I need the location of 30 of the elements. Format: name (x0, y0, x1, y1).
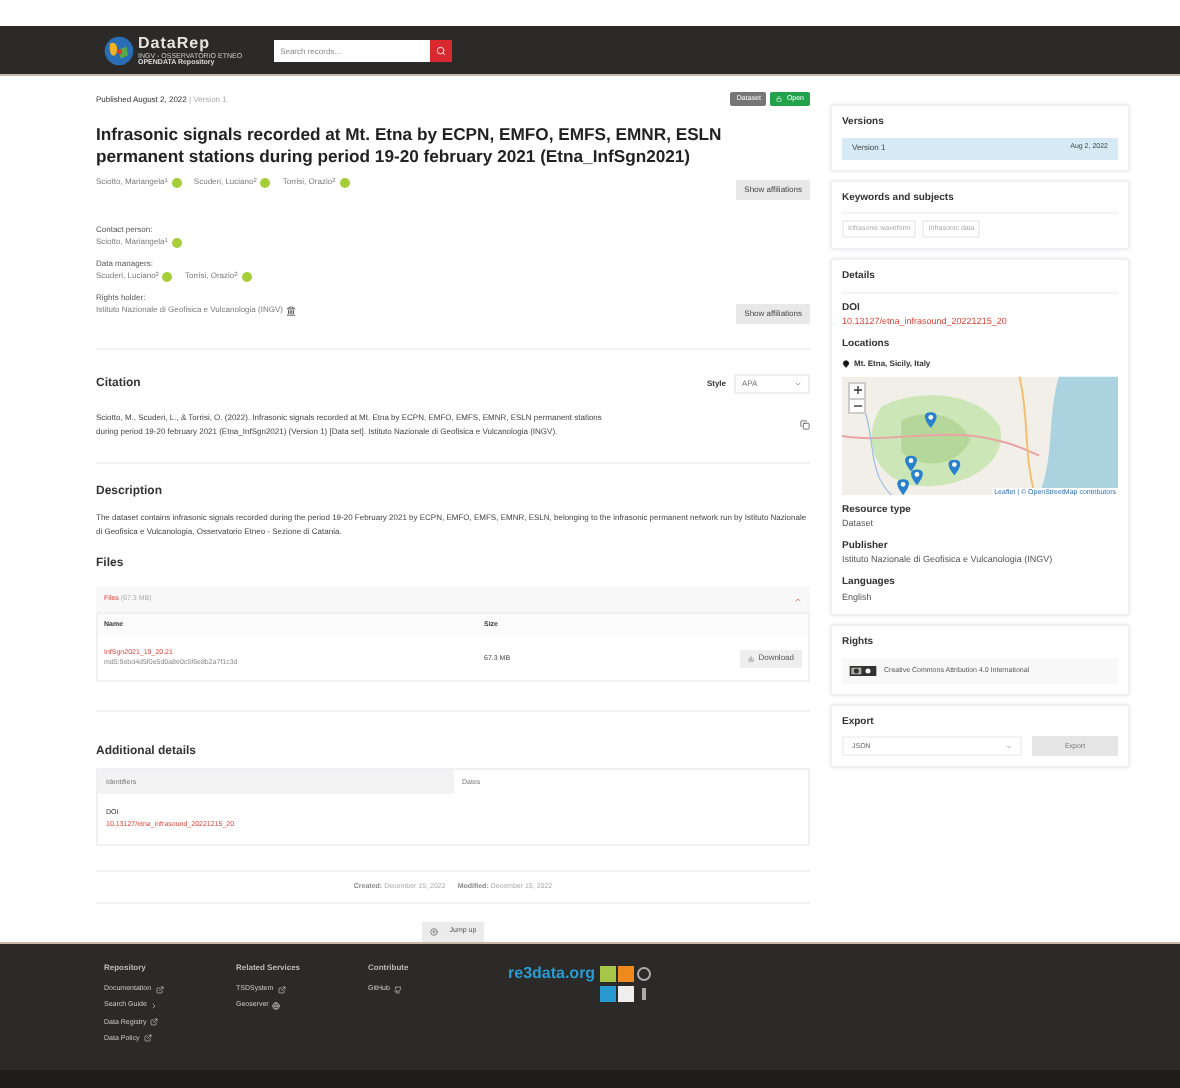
copy-icon[interactable] (800, 419, 810, 430)
external-link-icon (150, 1018, 159, 1027)
globe-logo-icon (104, 35, 134, 65)
search-icon (436, 45, 447, 55)
minus-icon (853, 401, 861, 409)
logo-title: DataRep (138, 33, 212, 52)
zoom-out-button[interactable] (850, 397, 864, 411)
lock-icon (776, 96, 783, 103)
cc-by-badge-icon (848, 665, 878, 676)
download-icon (748, 655, 755, 662)
orcid-icon (162, 271, 173, 282)
ror-icon (286, 305, 297, 316)
zoom-in-button[interactable] (850, 383, 864, 397)
badge-logo-text: re3data.org (508, 966, 596, 982)
github-icon (393, 985, 402, 994)
location-pin-icon (842, 359, 850, 367)
search-button[interactable] (430, 39, 453, 61)
plus-icon (853, 386, 861, 394)
orcid-icon (171, 237, 182, 248)
external-link-icon (155, 985, 164, 994)
record-title: Infrasonic signals recorded at Mt. Etna by ECPN, EMFO, EMFS, EMNR, ESLN permanent stations during period 19-20 february 2021 (Etna_InfSgn2021) (96, 124, 724, 169)
globe-icon (272, 1001, 281, 1010)
arrow-up-icon (429, 928, 438, 936)
certification-badge-icon (599, 966, 652, 1006)
orcid-icon (339, 177, 350, 188)
external-link-icon (143, 1034, 152, 1043)
orcid-icon (171, 177, 182, 188)
orcid-icon (260, 177, 271, 188)
external-link-icon (277, 985, 286, 994)
orcid-icon (241, 271, 252, 282)
